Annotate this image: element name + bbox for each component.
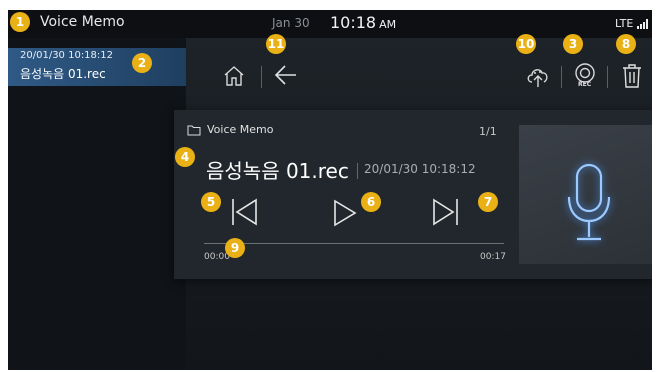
list-item[interactable]: 20/01/30 10:18:12 음성녹음 01.rec xyxy=(8,48,186,86)
callout-5: 5 xyxy=(201,192,221,212)
status-date: Jan 30 xyxy=(272,16,310,30)
folder-icon xyxy=(187,125,201,136)
clock-time: 10:18 xyxy=(330,13,377,32)
app-window: Voice Memo Jan 30 10:18 AM LTE 20/01/30 1… xyxy=(8,10,652,370)
app-title: Voice Memo xyxy=(40,14,125,30)
skip-previous-icon xyxy=(232,198,257,226)
clock-ampm: AM xyxy=(379,18,397,31)
home-icon xyxy=(224,66,244,86)
recording-date: 20/01/30 10:18:12 xyxy=(364,162,476,176)
cloud-upload-icon xyxy=(527,69,548,87)
progress-slider[interactable] xyxy=(204,243,504,244)
player-card: Voice Memo 1/1 음성녹음 01.rec 20/01/30 10:1… xyxy=(174,110,652,279)
callout-9: 9 xyxy=(225,238,245,258)
toolbar-separator xyxy=(261,66,262,88)
total-time: 00:17 xyxy=(480,252,506,262)
recordings-list: 20/01/30 10:18:12 음성녹음 01.rec xyxy=(8,38,186,370)
delete-button[interactable] xyxy=(620,62,644,90)
previous-button[interactable] xyxy=(230,196,258,228)
back-button[interactable] xyxy=(273,62,299,88)
network-label: LTE xyxy=(615,17,634,30)
trash-icon xyxy=(623,64,641,88)
toolbar-separator xyxy=(561,66,562,88)
callout-7: 7 xyxy=(478,192,498,212)
callout-3: 3 xyxy=(563,34,583,54)
record-label: REC xyxy=(578,81,592,88)
back-arrow-icon xyxy=(274,65,296,85)
list-item-date: 20/01/30 10:18:12 xyxy=(20,50,114,61)
signal-bars-icon xyxy=(637,19,649,29)
skip-next-icon xyxy=(433,198,458,226)
callout-10: 10 xyxy=(516,34,536,54)
status-time: 10:18 AM xyxy=(330,13,396,32)
callout-11: 11 xyxy=(266,34,286,54)
home-button[interactable] xyxy=(222,64,246,88)
screen: Voice Memo Jan 30 10:18 AM LTE 20/01/30 1… xyxy=(0,0,658,372)
callout-6: 6 xyxy=(361,192,381,212)
album-art xyxy=(519,125,652,264)
recording-title: 음성녹음 01.rec xyxy=(206,159,349,183)
page-count: 1/1 xyxy=(479,125,497,138)
cloud-upload-button[interactable] xyxy=(524,62,552,90)
callout-8: 8 xyxy=(616,34,636,54)
play-button[interactable] xyxy=(332,198,358,228)
folder-label: Voice Memo xyxy=(207,123,274,136)
status-bar: Voice Memo Jan 30 10:18 AM LTE xyxy=(8,10,652,38)
callout-2: 2 xyxy=(132,53,152,73)
play-icon xyxy=(334,199,357,227)
microphone-icon xyxy=(567,163,611,241)
list-item-name: 음성녹음 01.rec xyxy=(20,67,106,81)
toolbar-separator xyxy=(607,66,608,88)
callout-1: 1 xyxy=(10,12,30,32)
record-button[interactable]: REC xyxy=(571,62,599,90)
title-divider xyxy=(357,163,358,179)
callout-4: 4 xyxy=(175,147,195,167)
next-button[interactable] xyxy=(432,196,460,228)
